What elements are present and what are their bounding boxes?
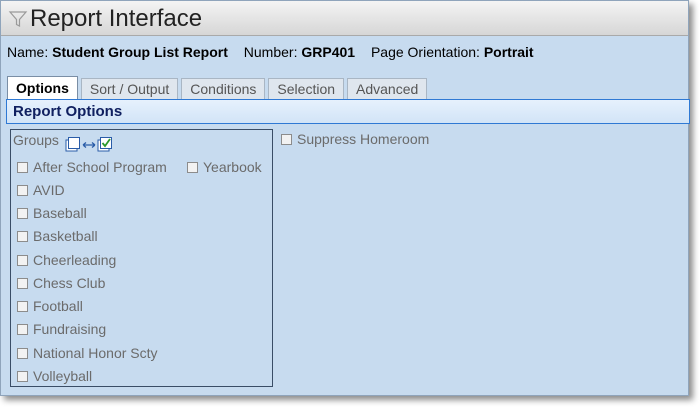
tab-conditions[interactable]: Conditions	[181, 78, 266, 99]
group-item-volleyball[interactable]: Volleyball	[17, 367, 92, 385]
group-item-label: AVID	[33, 182, 65, 198]
tab-sort-output[interactable]: Sort / Output	[80, 78, 179, 99]
group-item-label: Yearbook	[203, 159, 262, 175]
group-item-after-school-program[interactable]: After School Program	[17, 158, 167, 176]
group-item-avid[interactable]: AVID	[17, 181, 65, 199]
filter-icon	[8, 11, 28, 27]
name-label: Name:	[7, 44, 49, 60]
window-title: Report Interface	[30, 5, 203, 32]
report-interface-window: Report Interface Name: Student Group Lis…	[0, 0, 690, 396]
group-item-label: National Honor Scty	[33, 345, 158, 361]
orientation-value: Portrait	[483, 44, 534, 60]
report-options-header: Report Options	[6, 99, 690, 124]
group-item-chess-club[interactable]: Chess Club	[17, 274, 105, 292]
report-number-value: GRP401	[301, 44, 356, 60]
checkbox[interactable]	[17, 208, 28, 219]
group-item-label: Volleyball	[33, 368, 93, 384]
checkbox[interactable]	[17, 162, 28, 173]
checkbox[interactable]	[17, 348, 28, 359]
group-item-label: Cheerleading	[33, 252, 117, 268]
report-tabs: Options Sort / Output Conditions Selecti…	[7, 76, 430, 99]
suppress-homeroom-option[interactable]: Suppress Homeroom	[281, 130, 429, 148]
group-item-basketball[interactable]: Basketball	[17, 227, 98, 245]
group-item-fundraising[interactable]: Fundraising	[17, 320, 106, 338]
group-item-label: After School Program	[33, 159, 167, 175]
report-name-value: Student Group List Report	[52, 44, 228, 60]
title-bar: Report Interface	[1, 1, 688, 36]
checkbox[interactable]	[17, 255, 28, 266]
orientation-label: Page Orientation:	[370, 44, 480, 60]
checkbox[interactable]	[17, 301, 28, 312]
group-item-label: Chess Club	[33, 275, 106, 291]
report-info-line: Name: Student Group List Report Number: …	[7, 44, 534, 60]
checkbox[interactable]	[17, 371, 28, 382]
tab-advanced[interactable]: Advanced	[347, 78, 428, 99]
group-item-label: Baseball	[33, 205, 87, 221]
group-item-label: Fundraising	[33, 321, 107, 337]
checkbox[interactable]	[17, 324, 28, 335]
group-item-baseball[interactable]: Baseball	[17, 204, 87, 222]
groups-label: Groups	[13, 132, 59, 148]
checkbox[interactable]	[17, 278, 28, 289]
number-label: Number:	[243, 44, 298, 60]
group-item-football[interactable]: Football	[17, 297, 83, 315]
group-item-yearbook[interactable]: Yearbook	[187, 158, 262, 176]
toggle-all-icon[interactable]	[65, 136, 117, 154]
checkbox[interactable]	[187, 162, 198, 173]
tab-selection[interactable]: Selection	[268, 78, 345, 99]
group-item-national-honor-scty[interactable]: National Honor Scty	[17, 344, 158, 362]
checkbox[interactable]	[17, 185, 28, 196]
group-item-cheerleading[interactable]: Cheerleading	[17, 251, 116, 269]
tab-options[interactable]: Options	[7, 76, 78, 99]
checkbox[interactable]	[17, 231, 28, 242]
group-item-label: Basketball	[33, 228, 98, 244]
group-item-label: Football	[33, 298, 83, 314]
suppress-homeroom-checkbox[interactable]	[281, 134, 292, 145]
groups-box: Groups After School Program Yearbook AVI…	[10, 129, 273, 387]
suppress-homeroom-label: Suppress Homeroom	[297, 131, 430, 147]
